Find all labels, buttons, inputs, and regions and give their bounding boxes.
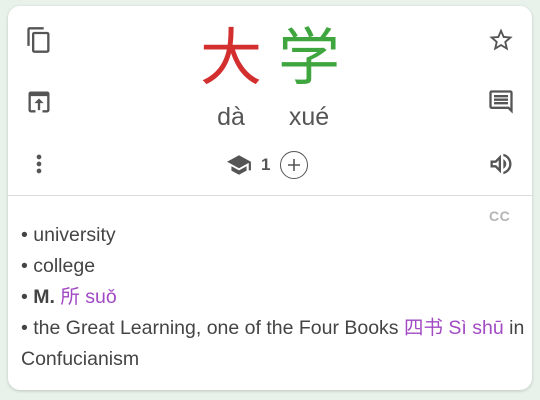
definition-item: • university [21, 220, 526, 251]
hsk-level: 1 [226, 148, 309, 182]
definition-item: • college [21, 251, 526, 282]
play-audio-button[interactable] [483, 146, 519, 182]
definition-text: university [33, 224, 116, 246]
add-to-list-button[interactable] [280, 151, 309, 179]
cross-reference-link[interactable]: 四书 Sì shū [404, 317, 504, 339]
pinyin: dà xué [8, 100, 532, 134]
bullet: • [21, 317, 28, 339]
dictionary-card: 大 学 dà xué 1 CC • university • college •… [8, 6, 532, 390]
more-options-button[interactable] [21, 146, 57, 182]
definition-text: college [33, 255, 96, 277]
measure-word-label: M. [33, 286, 55, 308]
level-count: 1 [261, 155, 271, 174]
definition-item: • the Great Learning, one of the Four Bo… [21, 313, 526, 375]
school-cap-icon [226, 152, 252, 178]
pinyin-syllable: xué [288, 103, 330, 131]
pinyin-syllable: dà [217, 103, 245, 131]
divider [8, 195, 532, 196]
hanzi-character[interactable]: 学 [276, 18, 342, 98]
definition-text: the Great Learning, one of the Four Book… [33, 317, 399, 339]
bullet: • [21, 255, 28, 277]
definition-item: • M. 所 suǒ [21, 282, 526, 313]
measure-word-link[interactable]: 所 suǒ [60, 286, 116, 308]
volume-icon [490, 153, 512, 175]
more-vert-icon [36, 154, 42, 174]
add-icon [288, 159, 301, 171]
hanzi-character[interactable]: 大 [198, 18, 264, 98]
bullet: • [21, 286, 28, 308]
definitions: • university • college • M. 所 suǒ • the … [21, 220, 526, 375]
headword: 大 学 [8, 18, 532, 98]
bullet: • [21, 224, 28, 246]
